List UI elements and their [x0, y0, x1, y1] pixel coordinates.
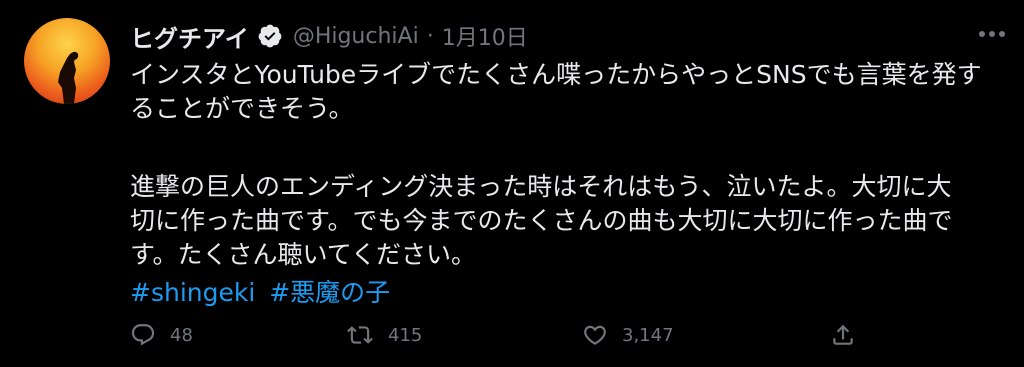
more-options-icon — [979, 31, 1005, 37]
avatar[interactable] — [24, 18, 110, 104]
reply-count: 48 — [170, 324, 193, 346]
tweet-text-line: す。たくさん聴いてください。 — [130, 240, 477, 269]
like-button[interactable]: 3,147 — [582, 318, 674, 352]
tweet-actions: 48 415 3,147 — [130, 318, 870, 352]
retweet-count: 415 — [388, 324, 423, 346]
share-button[interactable] — [830, 318, 856, 352]
tweet-text: インスタとYouTubeライブでたくさん喋ったからやっとSNSでも言葉を発す る… — [130, 58, 1000, 310]
tweet-card[interactable]: ヒグチアイ @HiguchiAi · 1月10日 インスタとYouTubeライブ… — [0, 0, 1024, 367]
more-options-button[interactable] — [974, 18, 1010, 50]
separator-dot: · — [426, 23, 434, 49]
heart-icon — [584, 325, 606, 345]
reply-icon — [131, 324, 155, 346]
hashtag-list: #shingeki #悪魔の子 — [130, 276, 1000, 310]
verified-badge-icon — [257, 23, 283, 49]
hashtag-link[interactable]: #悪魔の子 — [269, 278, 390, 307]
avatar-image — [24, 18, 110, 104]
retweet-button[interactable]: 415 — [346, 318, 422, 352]
tweet-text-line: インスタとYouTubeライブでたくさん喋ったからやっとSNSでも言葉を発す — [130, 60, 982, 89]
reply-button[interactable]: 48 — [130, 318, 193, 352]
tweet-text-line: ることができそう。 — [130, 94, 354, 123]
timestamp[interactable]: 1月10日 — [442, 20, 528, 52]
retweet-icon — [347, 326, 373, 344]
display-name[interactable]: ヒグチアイ — [130, 19, 249, 54]
share-icon — [833, 324, 853, 345]
like-count: 3,147 — [622, 324, 674, 346]
tweet-header: ヒグチアイ @HiguchiAi · 1月10日 — [130, 16, 528, 56]
tweet-text-line: 進撃の巨人のエンディング決まった時はそれはもう、泣いたよ。大切に大 — [130, 172, 952, 201]
hashtag-link[interactable]: #shingeki — [130, 278, 255, 307]
tweet-text-line: 切に作った曲です。でも今までのたくさんの曲も大切に大切に作った曲で — [130, 206, 953, 235]
handle[interactable]: @HiguchiAi — [293, 24, 419, 49]
